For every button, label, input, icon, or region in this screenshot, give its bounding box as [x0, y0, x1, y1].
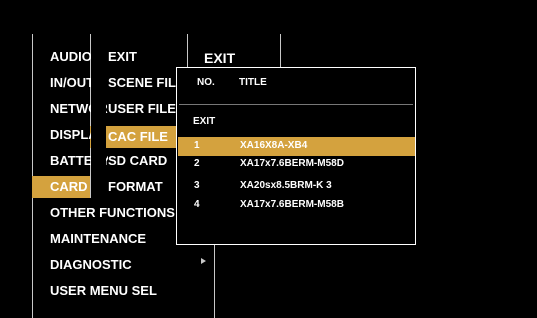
popup-exit[interactable]: EXIT: [193, 115, 215, 129]
menu-item-card[interactable]: CARD: [50, 177, 88, 197]
menu-item-maintenance[interactable]: MAINTENANCE: [50, 229, 146, 249]
submenu-item-exit[interactable]: EXIT: [108, 47, 137, 67]
row-2-title[interactable]: XA17x7.6BERM-M58D: [240, 157, 344, 171]
row-3-title[interactable]: XA20sx8.5BRM-K 3: [240, 179, 332, 193]
row-4-title[interactable]: XA17x7.6BERM-M58B: [240, 198, 344, 212]
submenu-item-cac-file[interactable]: CAC FILE: [108, 127, 168, 147]
menu-item-other-functions[interactable]: OTHER FUNCTIONS: [50, 203, 175, 223]
right-triangle-icon: [201, 258, 206, 264]
row-4-no[interactable]: 4: [194, 198, 200, 212]
row-1-no[interactable]: 1: [194, 139, 200, 153]
cac-file-popup: NO. TITLE EXIT 1 XA16X8A-XB4 2 XA17x7.6B…: [176, 67, 416, 245]
menu-item-diagnostic[interactable]: DIAGNOSTIC: [50, 255, 132, 275]
column-header-no: NO.: [197, 77, 215, 88]
menu-screen: AUDIO IN/OUT NETWORK DISPLAY BATTERY CAR…: [0, 0, 537, 318]
divider-right: [280, 34, 281, 68]
row-3-no[interactable]: 3: [194, 179, 200, 193]
submenu-item-sd-card[interactable]: SD CARD: [108, 151, 168, 171]
menu-item-audio[interactable]: AUDIO: [50, 47, 92, 67]
column-mask: [91, 44, 106, 198]
menu-item-in-out[interactable]: IN/OUT: [50, 73, 94, 93]
header-divider: [179, 104, 413, 105]
submenu-item-user-file[interactable]: USER FILE: [108, 99, 176, 119]
level3-item-exit[interactable]: EXIT: [204, 48, 235, 68]
column-header-title: TITLE: [239, 77, 267, 88]
divider-submenu: [214, 245, 215, 318]
row-2-no[interactable]: 2: [194, 157, 200, 171]
menu-item-user-menu-sel[interactable]: USER MENU SEL: [50, 281, 157, 301]
submenu-item-scene-file[interactable]: SCENE FILE: [108, 73, 185, 93]
submenu-item-format[interactable]: FORMAT: [108, 177, 163, 197]
row-1-title[interactable]: XA16X8A-XB4: [240, 139, 307, 153]
